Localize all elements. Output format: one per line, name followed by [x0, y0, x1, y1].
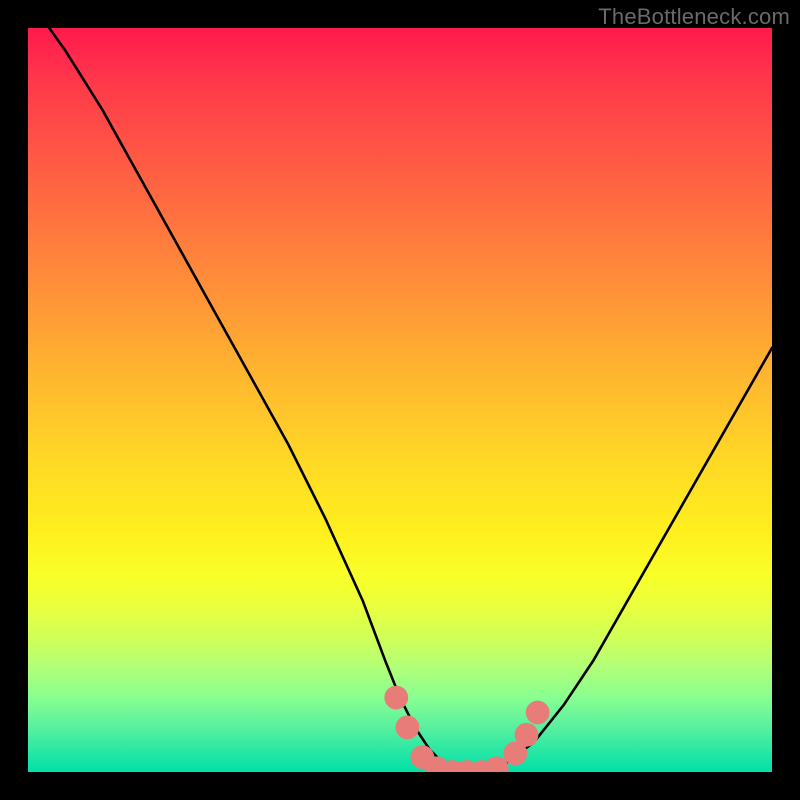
watermark-text: TheBottleneck.com	[598, 4, 790, 30]
curve-layer	[28, 28, 772, 772]
curve-marker	[384, 686, 408, 710]
chart-frame: TheBottleneck.com	[0, 0, 800, 800]
curve-marker	[515, 723, 539, 747]
curve-marker	[396, 715, 420, 739]
curve-marker	[526, 701, 550, 725]
plot-area	[28, 28, 772, 772]
curve-markers	[384, 686, 549, 772]
bottleneck-curve	[28, 28, 772, 772]
